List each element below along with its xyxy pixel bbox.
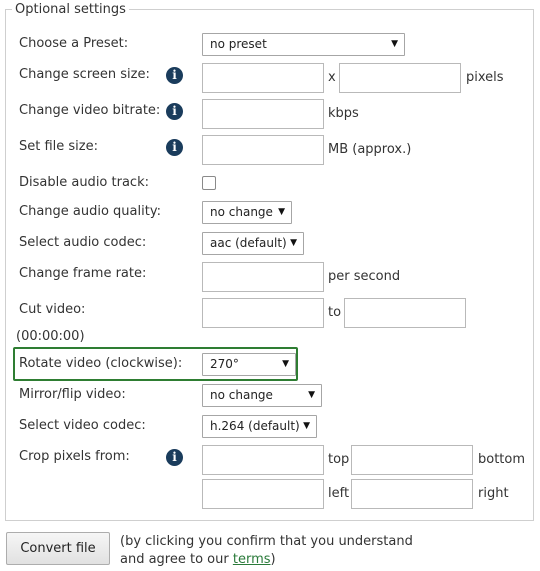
preset-select-value: no preset [210, 37, 267, 51]
chevron-down-icon: ▼ [303, 421, 310, 431]
crop-top-label: top [328, 452, 350, 467]
mirror-select-value: no change [210, 388, 273, 402]
audio-codec-select[interactable]: aac (default) ▼ [202, 232, 304, 255]
crop-label: Crop pixels from: [19, 449, 130, 464]
audio-codec-label: Select audio codec: [19, 235, 147, 250]
chevron-down-icon: ▼ [278, 207, 285, 217]
audio-quality-select[interactable]: no change ▼ [202, 201, 292, 224]
video-codec-value: h.264 (default) [210, 419, 300, 433]
disable-audio-checkbox[interactable] [202, 176, 216, 190]
screen-size-unit: pixels [466, 70, 504, 85]
cut-to-label: to [328, 305, 342, 320]
screen-size-x-label: x [328, 70, 336, 85]
screen-size-label: Change screen size: [19, 67, 150, 82]
cut-video-label: Cut video: [19, 302, 86, 317]
fieldset-legend: Optional settings [12, 2, 129, 17]
bitrate-unit: kbps [328, 106, 359, 121]
preset-label: Choose a Preset: [19, 36, 129, 51]
cut-format-hint: (00:00:00) [16, 329, 85, 344]
terms-note-end: ) [270, 552, 276, 567]
crop-left-label: left [328, 486, 350, 501]
chevron-down-icon: ▼ [290, 238, 297, 248]
file-size-label: Set file size: [19, 139, 98, 154]
screen-height-input[interactable] [339, 63, 461, 93]
rotate-select[interactable]: 270° ▼ [202, 353, 296, 376]
preset-select[interactable]: no preset ▼ [202, 33, 405, 56]
chevron-down-icon: ▼ [391, 39, 398, 49]
file-size-input[interactable] [202, 135, 324, 165]
rotate-label: Rotate video (clockwise): [19, 356, 183, 371]
frame-rate-input[interactable] [202, 262, 324, 292]
crop-bottom-input[interactable] [351, 445, 473, 475]
info-icon[interactable]: i [166, 449, 183, 466]
video-codec-label: Select video codec: [19, 418, 146, 433]
mirror-select[interactable]: no change ▼ [202, 384, 322, 407]
crop-right-label: right [478, 486, 509, 501]
cut-end-input[interactable] [344, 298, 466, 328]
disable-audio-label: Disable audio track: [19, 175, 149, 190]
bitrate-label: Change video bitrate: [19, 103, 161, 118]
convert-file-button[interactable]: Convert file [6, 532, 110, 565]
rotate-select-value: 270° [210, 357, 239, 371]
audio-codec-value: aac (default) [210, 236, 287, 250]
frame-rate-label: Change frame rate: [19, 266, 147, 281]
chevron-down-icon: ▼ [282, 359, 289, 369]
terms-link[interactable]: terms [233, 552, 271, 567]
crop-top-input[interactable] [202, 445, 324, 475]
info-icon[interactable]: i [166, 67, 183, 84]
cut-start-input[interactable] [202, 298, 324, 328]
audio-quality-value: no change [210, 205, 273, 219]
audio-quality-label: Change audio quality: [19, 204, 161, 219]
terms-note: (by clicking you confirm that you unders… [120, 533, 440, 569]
video-codec-select[interactable]: h.264 (default) ▼ [202, 415, 317, 438]
mirror-label: Mirror/flip video: [19, 387, 126, 402]
chevron-down-icon: ▼ [308, 390, 315, 400]
info-icon[interactable]: i [166, 103, 183, 120]
crop-left-input[interactable] [202, 479, 324, 509]
info-icon[interactable]: i [166, 139, 183, 156]
crop-bottom-label: bottom [478, 452, 526, 467]
screen-width-input[interactable] [202, 63, 324, 93]
crop-right-input[interactable] [351, 479, 473, 509]
bitrate-input[interactable] [202, 99, 324, 129]
frame-rate-unit: per second [328, 269, 401, 284]
file-size-unit: MB (approx.) [328, 142, 412, 157]
